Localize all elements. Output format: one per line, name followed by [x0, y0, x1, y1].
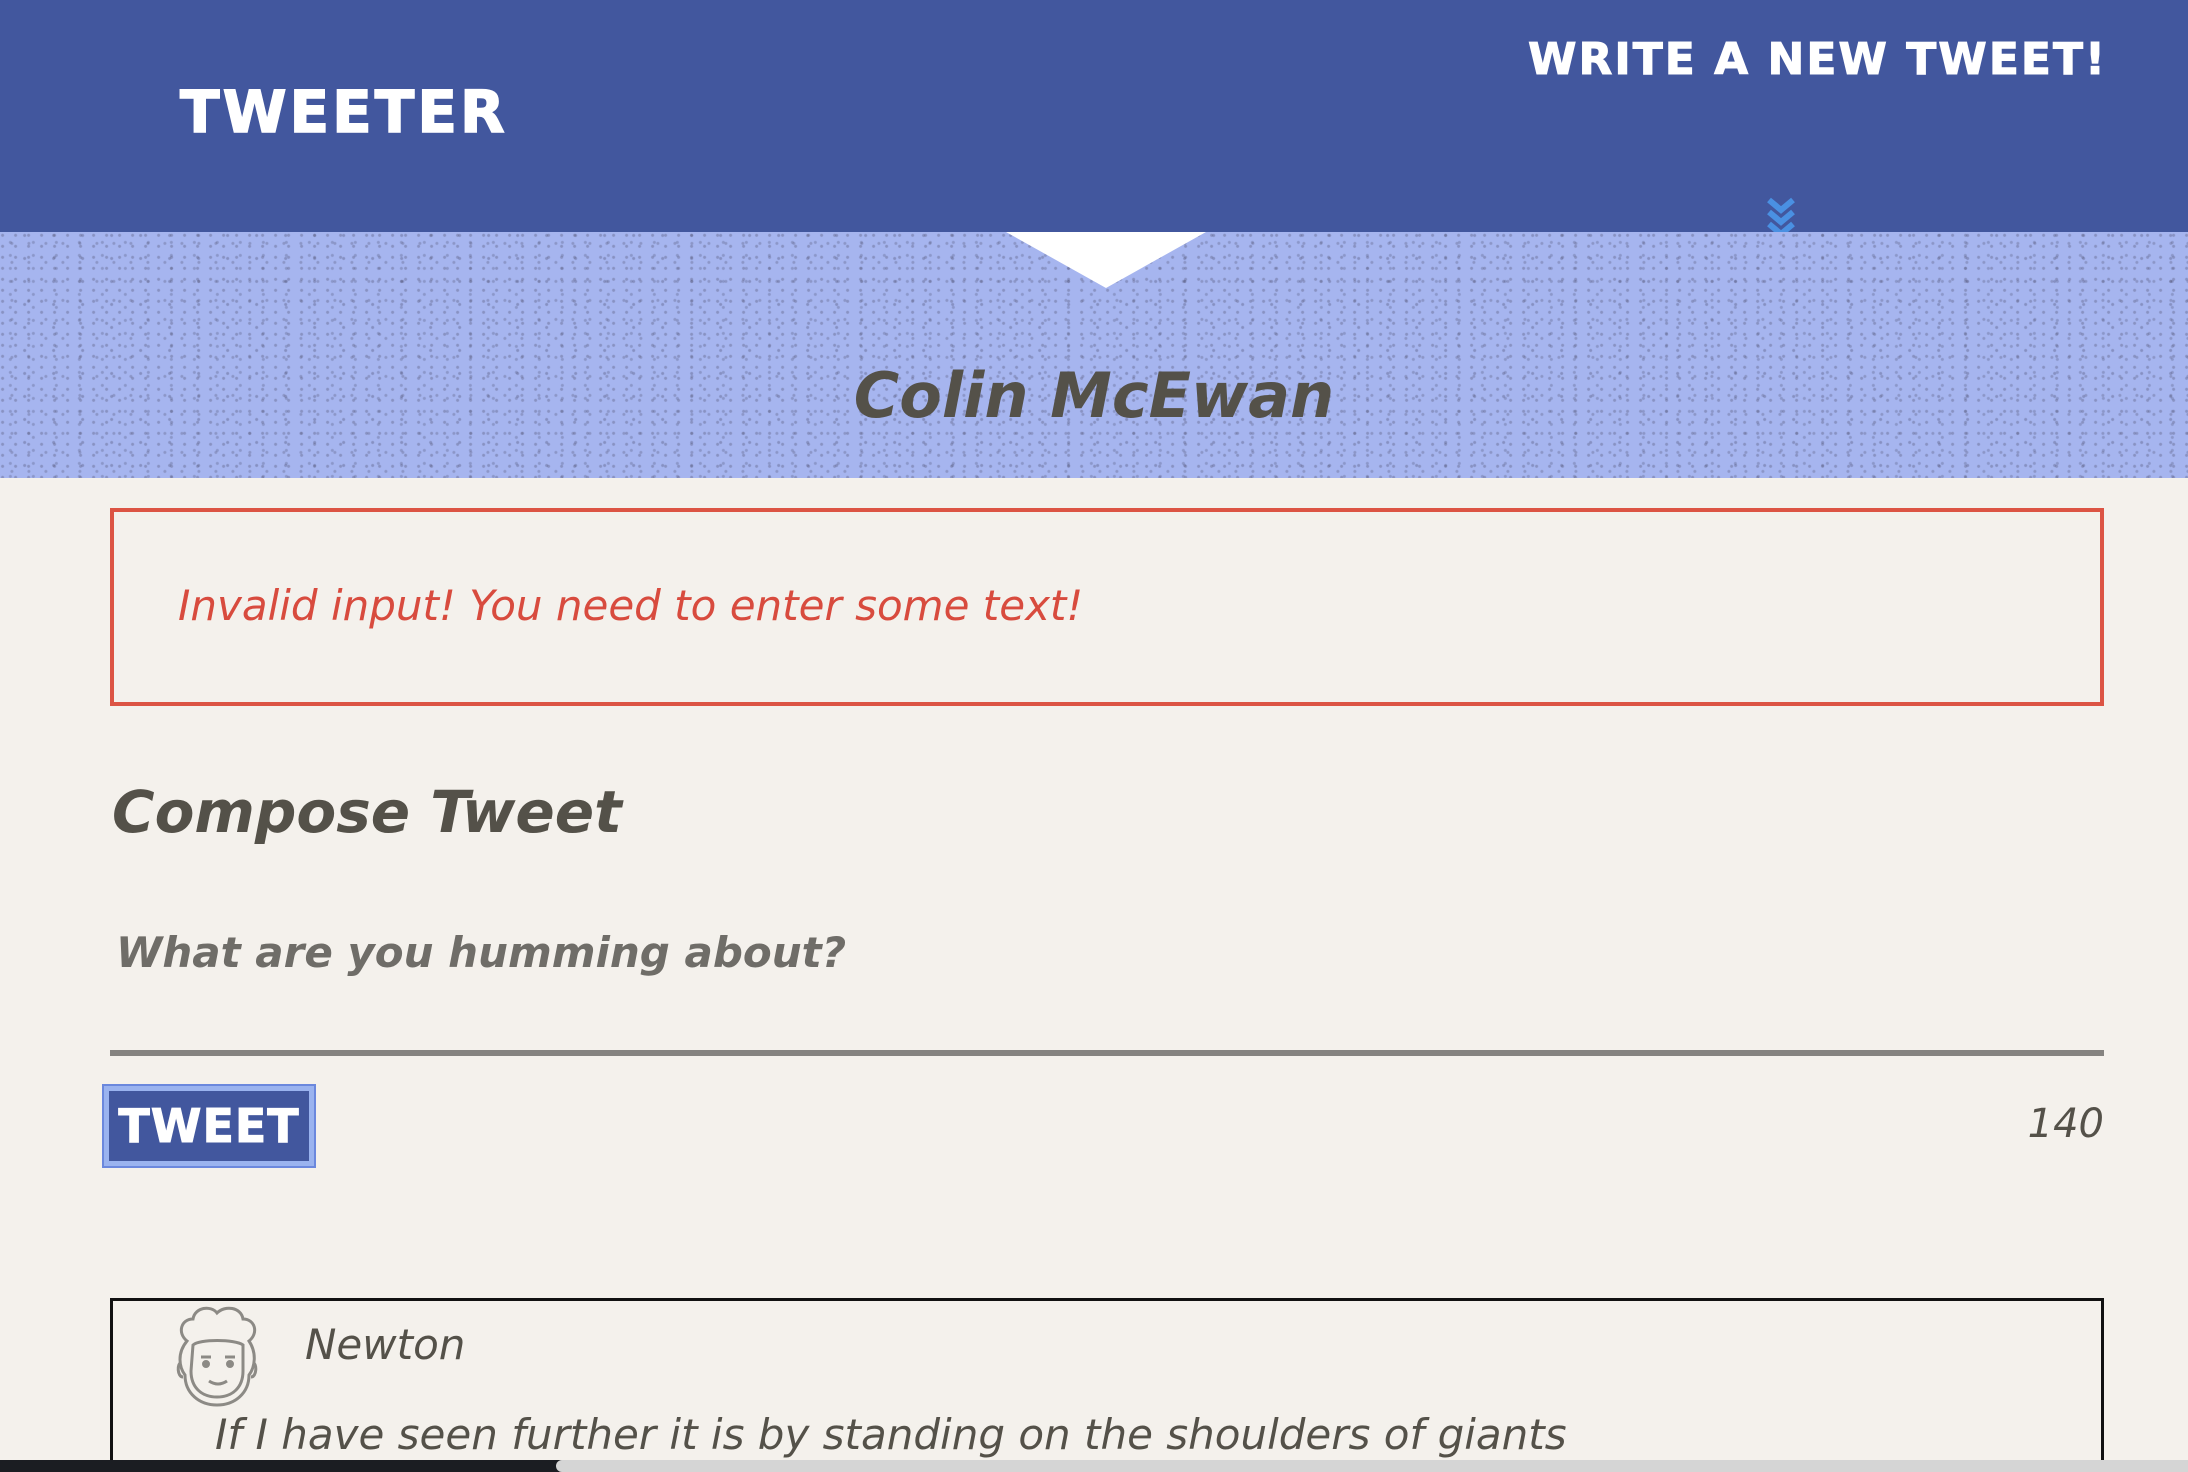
- compose-tweet-title: Compose Tweet: [112, 778, 622, 846]
- tweet-submit-button[interactable]: TWEET: [104, 1086, 314, 1166]
- tweet-card: Newton If I have seen further it is by s…: [110, 1298, 2104, 1472]
- profile-name: Colin McEwan: [853, 359, 1335, 432]
- write-new-tweet-link[interactable]: WRITE A NEW TWEET!: [1527, 32, 2107, 88]
- tweet-text: If I have seen further it is by standing…: [215, 1410, 1567, 1459]
- error-message: Invalid input! You need to enter some te…: [178, 581, 1084, 630]
- tweet-author: Newton: [305, 1320, 466, 1369]
- double-chevron-down-icon[interactable]: [1764, 192, 1798, 236]
- error-message-box: Invalid input! You need to enter some te…: [110, 508, 2104, 706]
- character-counter: 140: [2027, 1101, 2104, 1147]
- brand-logo[interactable]: TWEETER: [179, 79, 508, 145]
- top-nav: TWEETER WRITE A NEW TWEET!: [0, 0, 2188, 236]
- horizontal-scrollbar[interactable]: [556, 1460, 2188, 1472]
- banner-notch: [1006, 232, 1206, 288]
- bearded-face-avatar-icon: [176, 1306, 258, 1407]
- tweet-text-input[interactable]: [110, 920, 2104, 1056]
